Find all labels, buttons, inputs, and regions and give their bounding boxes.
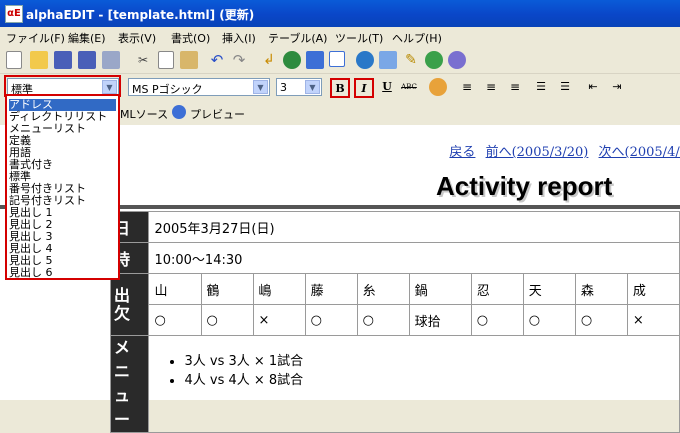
member-name: 山 <box>148 273 202 305</box>
save-icon[interactable] <box>54 51 72 69</box>
paragraph-style-dropdown: アドレス ディレクトリリスト メニューリスト 定義 用語 書式付き 標準 番号付… <box>5 94 120 280</box>
attendance-mark: ○ <box>304 304 358 336</box>
font-name-select[interactable]: MS Pゴシック ▼ <box>128 78 270 96</box>
align-left-icon[interactable]: ≡ <box>458 78 476 96</box>
align-right-icon[interactable]: ≡ <box>506 78 524 96</box>
attendance-mark: × <box>252 304 306 336</box>
menu-view[interactable]: 表示(V) <box>118 30 156 46</box>
menu-insert[interactable]: 挿入(I) <box>222 30 256 46</box>
save-all-icon[interactable] <box>78 51 96 69</box>
undo-icon[interactable]: ↶ <box>208 51 226 69</box>
menu-edit[interactable]: 編集(E) <box>68 30 106 46</box>
time-value: 10:00〜14:30 <box>148 242 680 274</box>
copy-icon[interactable] <box>158 51 174 69</box>
new-file-icon[interactable] <box>6 51 22 69</box>
italic-button[interactable]: I <box>354 78 374 98</box>
menu-format[interactable]: 書式(O) <box>171 30 210 46</box>
attendance-mark: ○ <box>356 304 410 336</box>
menu-cell: 3人 vs 3人 × 1試合 4人 vs 4人 × 8試合 <box>148 335 680 433</box>
paste-icon[interactable] <box>180 51 198 69</box>
attendance-mark: ○ <box>148 304 202 336</box>
back-link[interactable]: 戻る <box>449 145 475 160</box>
preview-tab[interactable]: プレビュー <box>190 106 245 122</box>
preview-icon[interactable] <box>172 105 186 119</box>
strike-button[interactable]: ABC <box>398 78 420 98</box>
member-name: 忍 <box>470 273 524 305</box>
attendance-mark: ○ <box>200 304 254 336</box>
numbered-list-icon[interactable]: ☰ <box>532 78 550 96</box>
title-bar: αE alphaEDIT - [template.html] (更新) <box>0 0 680 27</box>
attendance-mark: ○ <box>574 304 628 336</box>
color-palette-icon[interactable] <box>429 78 447 96</box>
date-value: 2005年3月27日(日) <box>148 211 680 243</box>
menu-help[interactable]: ヘルプ(H) <box>392 30 442 46</box>
cut-icon[interactable]: ✂ <box>134 51 152 69</box>
member-name: 鍋 <box>408 273 472 305</box>
indent-icon[interactable]: ⇥ <box>608 78 626 96</box>
align-center-icon[interactable]: ≡ <box>482 78 500 96</box>
attendance-mark: 球拾 <box>408 304 472 336</box>
menu-list-item: 3人 vs 3人 × 1試合 <box>184 350 674 369</box>
page-icon[interactable] <box>379 51 397 69</box>
globe-icon[interactable] <box>356 51 374 69</box>
prev-link[interactable]: 前へ(2005/3/20) <box>486 145 589 160</box>
menu-file[interactable]: ファイル(F) <box>6 30 65 46</box>
settings-icon[interactable] <box>448 51 466 69</box>
window-title: alphaEDIT - [template.html] (更新) <box>26 8 255 22</box>
source-tab[interactable]: MLソース <box>120 106 168 122</box>
app-icon: αE <box>5 5 23 23</box>
main-toolbar: ✂ ↶ ↷ ↲ ✎ <box>0 47 680 74</box>
draw-icon[interactable]: ✎ <box>402 51 420 69</box>
bold-button[interactable]: B <box>330 78 350 98</box>
menu-list: 3人 vs 3人 × 1試合 4人 vs 4人 × 8試合 <box>154 350 674 388</box>
menu-bar: ファイル(F) 編集(E) 表示(V) 書式(O) 挿入(I) テーブル(A) … <box>0 27 680 47</box>
insert-break-icon[interactable]: ↲ <box>260 51 278 69</box>
insert-image-icon[interactable] <box>283 51 301 69</box>
bullet-list-icon[interactable]: ☰ <box>556 78 574 96</box>
attendance-mark: ○ <box>470 304 524 336</box>
report-title: Activity report <box>436 171 613 201</box>
next-link[interactable]: 次へ(2005/4/1 <box>599 145 680 160</box>
table-icon[interactable] <box>329 51 345 67</box>
palette-icon[interactable] <box>425 51 443 69</box>
font-size-value: 3 <box>280 81 287 94</box>
member-name: 天 <box>522 273 576 305</box>
menu-header: メニュー <box>109 335 150 433</box>
chevron-down-icon[interactable]: ▼ <box>305 80 320 94</box>
member-name: 糸 <box>356 273 410 305</box>
link-icon[interactable] <box>306 51 324 69</box>
attendance-mark: ○ <box>522 304 576 336</box>
menu-list-item: 4人 vs 4人 × 8試合 <box>184 369 674 388</box>
open-icon[interactable] <box>30 51 48 69</box>
outdent-icon[interactable]: ⇤ <box>584 78 602 96</box>
member-name: 成 <box>626 273 680 305</box>
member-name: 森 <box>574 273 628 305</box>
member-name: 鶴 <box>200 273 254 305</box>
nav-links: 戻る 前へ(2005/3/20) 次へ(2005/4/1 <box>443 141 680 160</box>
member-name: 藤 <box>304 273 358 305</box>
font-size-select[interactable]: 3 ▼ <box>276 78 322 96</box>
menu-table[interactable]: テーブル(A) <box>268 30 327 46</box>
print-icon[interactable] <box>102 51 120 69</box>
dropdown-option[interactable]: 見出し 6 <box>9 267 53 279</box>
chevron-down-icon[interactable]: ▼ <box>253 80 268 94</box>
font-name-value: MS Pゴシック <box>132 83 203 96</box>
underline-button[interactable]: U <box>377 78 397 98</box>
redo-icon[interactable]: ↷ <box>230 51 248 69</box>
member-name: 嶋 <box>252 273 306 305</box>
attendance-header: 出欠 <box>109 273 150 336</box>
attendance-mark: × <box>626 304 680 336</box>
menu-tools[interactable]: ツール(T) <box>335 30 383 46</box>
